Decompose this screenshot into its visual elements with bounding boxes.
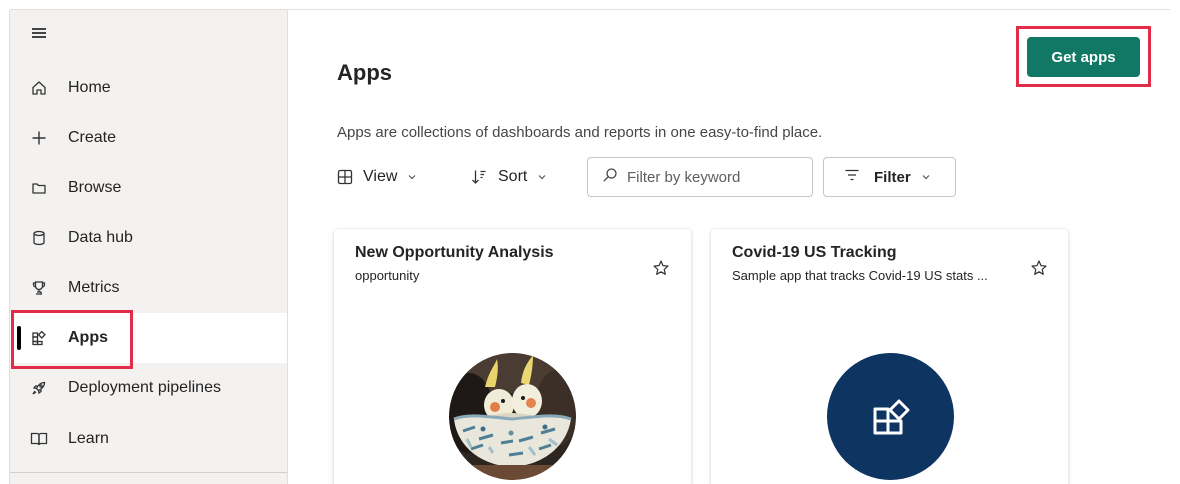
sidebar-item-metrics[interactable]: Metrics [10, 263, 287, 313]
card-title: Covid-19 US Tracking [732, 244, 897, 261]
sidebar-item-label: Create [68, 129, 117, 146]
search-icon [602, 167, 618, 188]
filter-label: Filter [874, 168, 911, 186]
database-icon [30, 229, 48, 247]
apps-icon [30, 329, 48, 347]
filter-keyword-search[interactable] [587, 157, 813, 197]
filter-icon [844, 168, 860, 186]
home-icon [30, 79, 48, 97]
top-border [0, 0, 1180, 10]
star-icon[interactable] [652, 259, 670, 277]
sidebar-item-create[interactable]: Create [10, 113, 287, 163]
search-input[interactable] [627, 168, 807, 186]
view-label: View [363, 168, 398, 185]
sidebar-item-label: Apps [68, 329, 108, 346]
star-icon[interactable] [1030, 259, 1048, 277]
sidebar-divider [10, 472, 287, 473]
sidebar-item-label: Deployment pipelines [68, 379, 221, 396]
sidebar-item-home[interactable]: Home [10, 63, 287, 113]
get-apps-button[interactable]: Get apps [1027, 37, 1140, 77]
plus-icon [30, 129, 48, 147]
hamburger-menu-icon[interactable] [32, 26, 48, 40]
left-nav: Home Create Browse Data hub Metrics Apps [9, 10, 288, 484]
sidebar-item-learn[interactable]: Learn [10, 414, 287, 464]
app-logo [827, 353, 954, 480]
trophy-icon [30, 279, 48, 297]
cockatiel-bird-photo [449, 353, 576, 480]
sidebar-item-label: Metrics [68, 279, 120, 296]
sidebar-item-label: Browse [68, 179, 122, 196]
view-dropdown[interactable]: View [337, 164, 417, 190]
active-indicator [17, 326, 21, 350]
chevron-down-icon [537, 172, 547, 182]
sort-dropdown[interactable]: Sort [471, 164, 547, 190]
filter-button[interactable]: Filter [823, 157, 956, 197]
card-subtitle: Sample app that tracks Covid-19 US stats… [732, 268, 988, 283]
page-title: Apps [337, 60, 392, 85]
grid-icon [337, 169, 353, 185]
app-card-covid-19-us-tracking[interactable]: Covid-19 US Tracking Sample app that tra… [711, 229, 1068, 484]
sidebar-item-label: Data hub [68, 229, 133, 246]
app-card-new-opportunity-analysis[interactable]: New Opportunity Analysis opportunity [334, 229, 691, 484]
sort-icon [471, 169, 487, 185]
folder-icon [30, 179, 48, 197]
sidebar-item-browse[interactable]: Browse [10, 163, 287, 213]
sort-label: Sort [498, 168, 528, 185]
sidebar-item-label: Home [68, 79, 111, 96]
card-subtitle: opportunity [355, 268, 420, 283]
book-icon [30, 430, 48, 448]
chevron-down-icon [921, 169, 931, 186]
apps-icon [871, 397, 911, 442]
page-description: Apps are collections of dashboards and r… [337, 124, 823, 141]
sidebar-item-data-hub[interactable]: Data hub [10, 213, 287, 263]
rocket-icon [30, 379, 48, 397]
card-title: New Opportunity Analysis [355, 244, 554, 261]
sidebar-item-label: Learn [68, 430, 109, 447]
sidebar-item-deployment-pipelines[interactable]: Deployment pipelines [10, 363, 287, 413]
sidebar-item-apps[interactable]: Apps [10, 313, 287, 363]
chevron-down-icon [407, 172, 417, 182]
